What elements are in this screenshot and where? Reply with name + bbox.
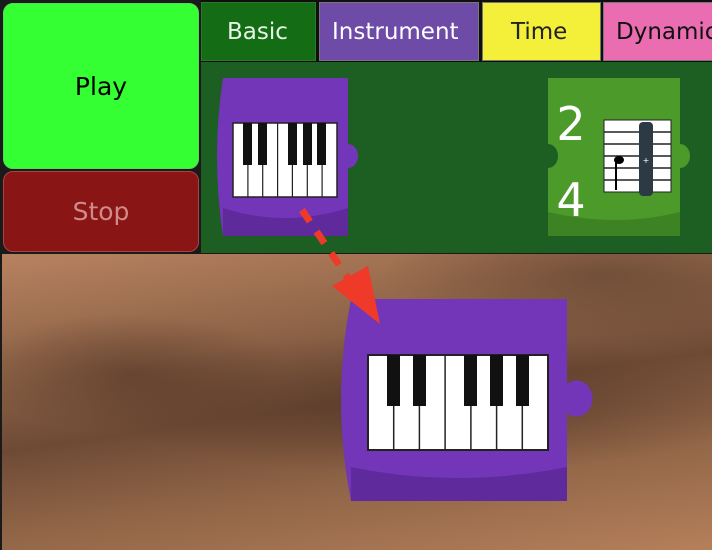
piano-keyboard-icon	[217, 78, 358, 236]
tab-basic[interactable]: Basic	[201, 2, 316, 61]
time-numerator: 2	[556, 97, 585, 151]
time-signature-icon: 2 4 +	[548, 78, 690, 236]
tab-time[interactable]: Time	[482, 2, 601, 61]
stop-button[interactable]: Stop	[3, 171, 199, 252]
palette-instrument-block[interactable]	[215, 78, 367, 236]
workspace-instrument-block[interactable]	[337, 299, 601, 501]
time-denominator: 4	[556, 173, 585, 227]
play-button[interactable]: Play	[3, 3, 199, 169]
palette-time-signature-block[interactable]: 2 4 +	[547, 78, 699, 236]
tab-dynamics[interactable]: Dynamics	[603, 2, 712, 61]
category-tabs: Basic Instrument Time Dynamics	[201, 0, 712, 62]
svg-text:+: +	[643, 156, 650, 165]
tab-instrument[interactable]: Instrument	[319, 2, 479, 61]
piano-keyboard-icon	[341, 299, 593, 501]
